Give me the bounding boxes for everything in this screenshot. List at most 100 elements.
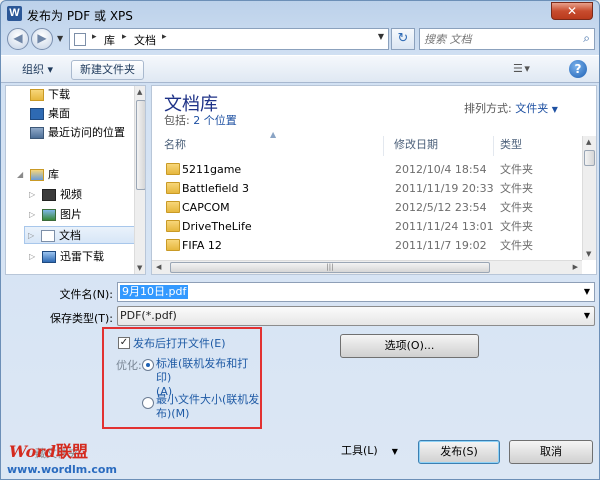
arrange-dropdown-icon[interactable]: ▼ — [552, 105, 558, 114]
library-locations-link[interactable]: 2 个位置 — [193, 114, 237, 127]
publish-button[interactable]: 发布(S) — [418, 440, 500, 464]
file-row[interactable]: 5211game 2012/10/4 18:54 文件夹 — [152, 160, 582, 179]
expand-triangle-icon[interactable]: ▷ — [29, 186, 35, 204]
wordlm-logo: Word联盟 — [9, 442, 88, 461]
scroll-down-icon[interactable]: ▼ — [137, 264, 142, 272]
folder-icon — [166, 201, 180, 213]
minimum-size-radio-label[interactable]: 最小文件大小(联机发 布)(M) — [156, 393, 259, 421]
open-after-publish-label[interactable]: 发布后打开文件(E) — [133, 335, 226, 351]
word-app-icon: W — [7, 6, 22, 21]
library-icon — [30, 169, 44, 181]
file-list-horizontal-scrollbar[interactable]: ◀ ||| ▶ — [152, 260, 582, 274]
scroll-left-icon[interactable]: ◀ — [156, 263, 161, 271]
column-header-date[interactable]: 修改日期 — [394, 136, 494, 156]
nav-item-pictures[interactable]: ▷ 图片 — [26, 206, 145, 224]
open-after-publish-checkbox[interactable]: ✓ — [118, 337, 130, 349]
expand-triangle-icon[interactable]: ▷ — [28, 227, 34, 245]
navigation-pane: 下载 桌面 最近访问的位置 ◢ 库 ▷ 视频 ▷ 图片 ▷ 文档 ▷ 迅雷下载 … — [5, 85, 146, 275]
arrange-by[interactable]: 排列方式: 文件夹 ▼ — [464, 100, 558, 116]
expand-triangle-icon[interactable]: ▷ — [29, 206, 35, 224]
nav-item-recent-places[interactable]: 最近访问的位置 — [14, 124, 134, 142]
standard-radio[interactable] — [142, 359, 154, 371]
filename-value[interactable]: 9月10日.pdf — [120, 285, 189, 299]
address-dropdown-icon[interactable]: ▼ — [378, 32, 384, 41]
nav-scroll-thumb[interactable] — [136, 100, 145, 190]
command-toolbar: 组织 ▾ 新建文件夹 ☰ ▾ ? — [1, 55, 599, 83]
file-list-vertical-scrollbar[interactable]: ▲ ▼ — [582, 136, 596, 260]
search-icon[interactable]: ⌕ — [583, 31, 590, 46]
collapse-triangle-icon[interactable]: ◢ — [17, 166, 23, 184]
nav-scrollbar[interactable]: ▲ ▼ — [134, 86, 145, 274]
forward-button[interactable]: ▶ — [31, 28, 53, 50]
close-button[interactable]: ✕ — [551, 2, 593, 20]
pictures-icon — [42, 209, 56, 221]
breadcrumb-documents[interactable]: 文档 — [134, 32, 156, 48]
folder-icon — [166, 220, 180, 232]
refresh-button[interactable]: ↻ — [391, 28, 415, 50]
window-title: 发布为 PDF 或 XPS — [27, 9, 133, 23]
nav-item-videos[interactable]: ▷ 视频 — [26, 186, 145, 204]
minimum-size-radio[interactable] — [142, 397, 154, 409]
nav-item-desktop[interactable]: 桌面 — [14, 105, 134, 123]
breadcrumb-separator-icon[interactable]: ▸ — [162, 32, 167, 42]
documents-icon — [41, 230, 55, 242]
breadcrumb-separator-icon[interactable]: ▸ — [92, 32, 97, 42]
file-row[interactable]: DriveTheLife 2011/11/24 13:01 文件夹 — [152, 217, 582, 236]
recent-places-icon — [30, 127, 44, 139]
nav-item-thunder-downloads[interactable]: ▷ 迅雷下载 — [26, 248, 145, 266]
download-folder-icon — [30, 89, 44, 101]
location-icon — [74, 33, 86, 46]
breadcrumb-separator-icon[interactable]: ▸ — [122, 32, 127, 42]
help-icon[interactable]: ? — [569, 60, 587, 78]
filetype-label: 保存类型(T): — [49, 312, 113, 325]
filename-field[interactable]: 9月10日.pdf ▼ — [117, 282, 595, 302]
file-row[interactable]: Battlefield 3 2011/11/19 20:33 文件夹 — [152, 179, 582, 198]
back-button[interactable]: ◀ — [7, 28, 29, 50]
optimize-label: 优化: — [116, 359, 142, 372]
address-bar: ◀ ▶ ▼ ▸ 库 ▸ 文档 ▸ ▼ ↻ ⌕ — [1, 25, 599, 51]
file-list-pane: 文档库 包括: 2 个位置 排列方式: 文件夹 ▼ ▲ 名称 修改日期 类型 5… — [151, 85, 597, 275]
organize-button[interactable]: 组织 ▾ — [13, 60, 62, 80]
tools-button[interactable]: 工具(L) ▼ — [341, 442, 398, 458]
folder-icon — [166, 182, 180, 194]
search-input[interactable] — [424, 31, 572, 47]
filename-dropdown-icon[interactable]: ▼ — [584, 287, 590, 296]
forward-arrow-icon: ▶ — [37, 31, 47, 45]
desktop-icon — [30, 108, 44, 120]
watermark-url: www.wordlm.com — [7, 463, 117, 476]
expand-triangle-icon[interactable]: ▷ — [29, 248, 35, 266]
nav-item-downloads[interactable]: 下载 — [14, 86, 134, 104]
cancel-button[interactable]: 取消 — [509, 440, 593, 464]
tools-dropdown-icon[interactable]: ▼ — [392, 447, 398, 456]
folder-icon — [166, 239, 180, 251]
scroll-right-icon[interactable]: ▶ — [573, 263, 578, 271]
folder-icon — [166, 163, 180, 175]
file-list-scroll-thumb[interactable] — [584, 150, 595, 166]
scroll-up-icon[interactable]: ▲ — [137, 88, 142, 96]
title-bar: W 发布为 PDF 或 XPS ✕ — [1, 1, 599, 27]
horizontal-scroll-thumb[interactable]: ||| — [170, 262, 490, 273]
column-header-type[interactable]: 类型 — [500, 136, 580, 156]
filetype-select[interactable]: PDF(*.pdf) ▼ — [117, 306, 595, 326]
scroll-down-icon[interactable]: ▼ — [586, 250, 591, 258]
file-row[interactable]: FIFA 12 2011/11/7 19:02 文件夹 — [152, 236, 582, 255]
column-header-name[interactable]: 名称 — [164, 136, 384, 156]
options-button[interactable]: 选项(O)... — [340, 334, 479, 358]
new-folder-button[interactable]: 新建文件夹 — [71, 60, 144, 80]
videos-icon — [42, 189, 56, 201]
publish-options-highlight: ✓ 发布后打开文件(E) 优化: 标准(联机发布和打印) (A) 最小文件大小(… — [102, 327, 262, 429]
view-options-icon[interactable]: ☰ ▾ — [513, 62, 530, 75]
scroll-up-icon[interactable]: ▲ — [586, 138, 591, 146]
search-box[interactable]: ⌕ — [419, 28, 595, 50]
filename-label: 文件名(N): — [59, 288, 113, 301]
publish-pdf-dialog: W 发布为 PDF 或 XPS ✕ ◀ ▶ ▼ ▸ 库 ▸ 文档 ▸ ▼ ↻ ⌕… — [0, 0, 600, 480]
thunder-download-icon — [42, 251, 56, 263]
file-row[interactable]: CAPCOM 2012/5/12 23:54 文件夹 — [152, 198, 582, 217]
recent-pages-dropdown-icon[interactable]: ▼ — [57, 34, 63, 43]
nav-item-library[interactable]: ◢ 库 — [14, 166, 134, 184]
nav-item-documents[interactable]: ▷ 文档 — [24, 226, 144, 244]
breadcrumb-library[interactable]: 库 — [104, 32, 115, 48]
arrange-by-value[interactable]: 文件夹 — [515, 102, 548, 115]
filetype-dropdown-icon[interactable]: ▼ — [584, 311, 590, 320]
breadcrumb[interactable]: ▸ 库 ▸ 文档 ▸ ▼ — [69, 28, 389, 50]
